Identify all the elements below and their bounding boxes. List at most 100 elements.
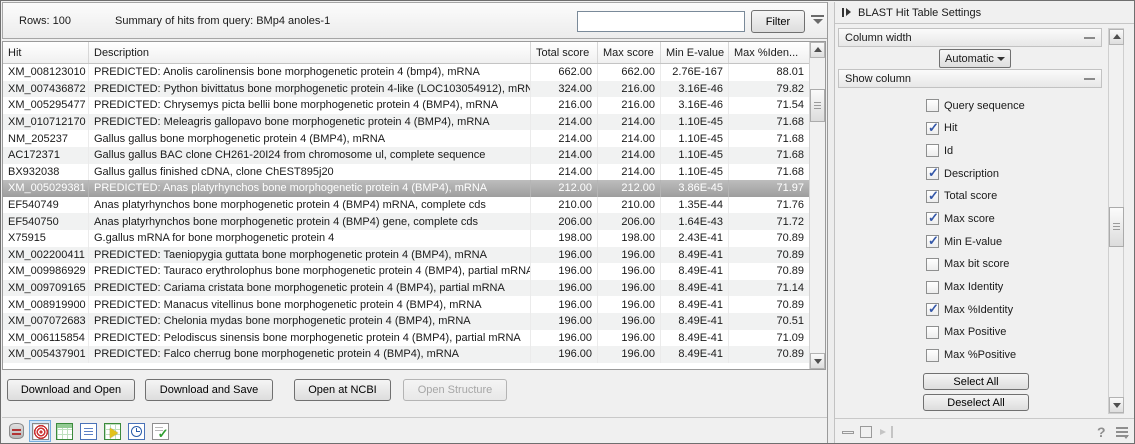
advanced-filter-toggle-icon[interactable] <box>811 15 825 28</box>
select-all-button[interactable]: Select All <box>923 373 1029 390</box>
table-row[interactable]: XM_006115854PREDICTED: Pelodiscus sinens… <box>3 330 809 347</box>
column-header-total-score[interactable]: Total score <box>531 42 598 63</box>
table-row[interactable]: XM_008919900PREDICTED: Manacus vitellinu… <box>3 296 809 313</box>
table-row[interactable]: XM_005029381PREDICTED: Anas platyrhyncho… <box>3 180 809 197</box>
table-cell-max_pct_identity: 71.14 <box>729 280 809 297</box>
scroll-down-arrow[interactable] <box>810 353 825 369</box>
scroll-up-arrow[interactable] <box>810 42 825 58</box>
table-row[interactable]: EF540749Anas platyrhynchos bone morphoge… <box>3 197 809 214</box>
blast-hit-table-view-button[interactable] <box>29 420 51 442</box>
show-column-option-min-e-value[interactable]: Min E-value <box>926 234 1025 249</box>
table-cell-max_score: 196.00 <box>598 280 661 297</box>
table-cell-description: PREDICTED: Anas platyrhynchos bone morph… <box>89 180 531 197</box>
show-column-option-query-sequence[interactable]: Query sequence <box>926 98 1025 113</box>
checkbox-checked-icon[interactable] <box>926 190 939 203</box>
column-header-hit[interactable]: Hit <box>3 42 89 63</box>
table-vertical-scrollbar[interactable] <box>809 42 825 369</box>
checkbox-checked-icon[interactable] <box>926 303 939 316</box>
database-button[interactable] <box>5 420 27 442</box>
history-view-button[interactable] <box>125 420 147 442</box>
download-and-save-button[interactable]: Download and Save <box>145 379 273 401</box>
table-cell-hit: NM_205237 <box>3 130 89 147</box>
export-table-button[interactable] <box>101 420 123 442</box>
filter-input[interactable] <box>577 11 745 32</box>
table-row[interactable]: XM_010712170PREDICTED: Meleagris gallopa… <box>3 114 809 131</box>
blast-hit-table-window: Rows: 100 Summary of hits from query: BM… <box>0 0 1135 444</box>
restore-panel-icon[interactable] <box>860 426 872 438</box>
table-row[interactable]: X75915G.gallus mRNA for bone morphogenet… <box>3 230 809 247</box>
checkbox-unchecked-icon[interactable] <box>926 99 939 112</box>
column-header-max-pct-identity[interactable]: Max %Iden... <box>729 42 809 63</box>
column-width-group-label: Column width <box>845 32 912 44</box>
checkbox-unchecked-icon[interactable] <box>926 258 939 271</box>
column-width-select[interactable]: Automatic <box>939 49 1011 68</box>
side-panel-header[interactable]: BLAST Hit Table Settings <box>835 2 1135 24</box>
table-cell-max_score: 214.00 <box>598 130 661 147</box>
collapse-panel-icon[interactable] <box>842 8 851 17</box>
show-column-group-header[interactable]: Show column <box>838 69 1102 88</box>
element-info-view-button[interactable] <box>149 420 171 442</box>
table-cell-description: PREDICTED: Falco cherrug bone morphogene… <box>89 346 531 363</box>
open-at-ncbi-button[interactable]: Open at NCBI <box>294 379 391 401</box>
scrollbar-thumb[interactable] <box>810 89 825 122</box>
collapse-group-icon[interactable] <box>1084 37 1095 39</box>
show-column-option-max-identity[interactable]: Max Identity <box>926 280 1025 295</box>
show-column-option-description[interactable]: Description <box>926 166 1025 181</box>
panel-vertical-scrollbar[interactable] <box>1108 28 1124 414</box>
show-column-option-max-identity[interactable]: Max %Identity <box>926 302 1025 317</box>
show-column-option-max-positive[interactable]: Max %Positive <box>926 348 1025 363</box>
minimize-panel-icon[interactable] <box>842 431 854 434</box>
show-column-option-id[interactable]: Id <box>926 143 1025 158</box>
column-header-min-evalue[interactable]: Min E-value <box>661 42 729 63</box>
filter-button[interactable]: Filter <box>751 10 805 33</box>
table-cell-max_score: 196.00 <box>598 313 661 330</box>
checkbox-checked-icon[interactable] <box>926 212 939 225</box>
checkbox-unchecked-icon[interactable] <box>926 326 939 339</box>
panel-menu-icon[interactable] <box>1116 427 1128 437</box>
blast-hit-table-view-icon <box>32 423 49 440</box>
table-cell-hit: XM_006115854 <box>3 330 89 347</box>
open-structure-button[interactable]: Open Structure <box>403 379 507 401</box>
table-row[interactable]: NM_205237Gallus gallus bone morphogeneti… <box>3 130 809 147</box>
column-header-max-score[interactable]: Max score <box>598 42 661 63</box>
table-row[interactable]: BX932038Gallus gallus finished cDNA, clo… <box>3 164 809 181</box>
table-row[interactable]: XM_007436872PREDICTED: Python bivittatus… <box>3 81 809 98</box>
deselect-all-button[interactable]: Deselect All <box>923 394 1029 411</box>
scroll-up-arrow[interactable] <box>1109 29 1124 45</box>
table-row[interactable]: AC172371Gallus gallus BAC clone CH261-20… <box>3 147 809 164</box>
checkbox-checked-icon[interactable] <box>926 167 939 180</box>
checkbox-unchecked-icon[interactable] <box>926 281 939 294</box>
checkbox-checked-icon[interactable] <box>926 122 939 135</box>
show-column-option-hit[interactable]: Hit <box>926 121 1025 136</box>
table-row[interactable]: XM_009709165PREDICTED: Cariama cristata … <box>3 280 809 297</box>
table-view-icon <box>56 423 73 440</box>
table-row[interactable]: XM_005437901PREDICTED: Falco cherrug bon… <box>3 346 809 363</box>
table-row[interactable]: XM_002200411PREDICTED: Taeniopygia gutta… <box>3 247 809 264</box>
show-column-option-max-bit-score[interactable]: Max bit score <box>926 257 1025 272</box>
scrollbar-thumb[interactable] <box>1109 207 1124 247</box>
table-cell-min_evalue: 1.10E-45 <box>661 130 729 147</box>
collapse-group-icon[interactable] <box>1084 78 1095 80</box>
pane-splitter[interactable] <box>827 2 835 444</box>
table-row[interactable]: EF540750Anas platyrhynchos bone morphoge… <box>3 213 809 230</box>
table-cell-min_evalue: 8.49E-41 <box>661 280 729 297</box>
table-row[interactable]: XM_008123010PREDICTED: Anolis carolinens… <box>3 64 809 81</box>
column-header-description[interactable]: Description <box>89 42 531 63</box>
table-view-button[interactable] <box>53 420 75 442</box>
download-and-open-button[interactable]: Download and Open <box>7 379 135 401</box>
database-icon <box>9 423 24 439</box>
help-icon[interactable]: ? <box>1097 424 1106 440</box>
checkbox-unchecked-icon[interactable] <box>926 349 939 362</box>
table-row[interactable]: XM_009986929PREDICTED: Tauraco erythrolo… <box>3 263 809 280</box>
show-column-option-max-score[interactable]: Max score <box>926 211 1025 226</box>
table-row[interactable]: XM_007072683PREDICTED: Chelonia mydas bo… <box>3 313 809 330</box>
text-view-button[interactable] <box>77 420 99 442</box>
show-column-option-max-positive[interactable]: Max Positive <box>926 325 1025 340</box>
scroll-down-arrow[interactable] <box>1109 397 1124 413</box>
checkbox-unchecked-icon[interactable] <box>926 144 939 157</box>
column-width-group-header[interactable]: Column width <box>838 28 1102 47</box>
checkbox-label: Max %Positive <box>944 349 1016 361</box>
show-column-option-total-score[interactable]: Total score <box>926 189 1025 204</box>
table-row[interactable]: XM_005295477PREDICTED: Chrysemys picta b… <box>3 97 809 114</box>
checkbox-checked-icon[interactable] <box>926 235 939 248</box>
